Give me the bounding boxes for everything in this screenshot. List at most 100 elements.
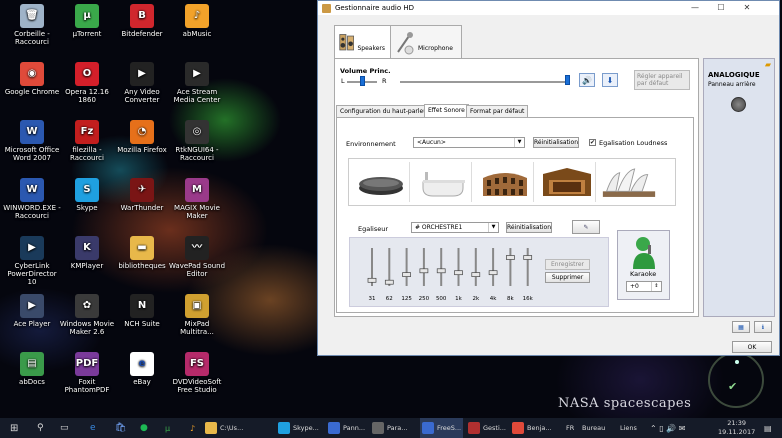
- folder-icon[interactable]: ▰: [765, 60, 771, 69]
- loudness-checkbox[interactable]: ✔: [589, 139, 596, 146]
- desktop-shortcut[interactable]: ◎ RtkNGUI64 - Raccourci: [168, 120, 226, 162]
- desktop-shortcut[interactable]: ▶ Ace Player: [3, 294, 61, 328]
- desktop-shortcut[interactable]: PDF Foxit PhantomPDF: [58, 352, 116, 394]
- desktop-shortcut[interactable]: 🗑 Corbeille - Raccourci: [3, 4, 61, 46]
- eq-slider-knob[interactable]: [454, 270, 463, 276]
- eq-slider-track[interactable]: [526, 248, 529, 286]
- equalizer-graph-icon-button[interactable]: ✎: [572, 220, 600, 234]
- desktop-shortcut[interactable]: ♪ abMusic: [168, 4, 226, 38]
- eq-slider-knob[interactable]: [506, 255, 515, 260]
- sydney-opera-icon[interactable]: [601, 162, 657, 202]
- stone-icon[interactable]: [353, 162, 410, 202]
- desktop-shortcut[interactable]: µ µTorrent: [58, 4, 116, 38]
- desktop-shortcut[interactable]: e eBay: [113, 352, 171, 386]
- karaoke-stepper[interactable]: +0 ⇕: [626, 281, 662, 292]
- opera-house-arena-icon[interactable]: [539, 162, 596, 202]
- tab-speaker-config[interactable]: Configuration du haut-parleur: [336, 105, 434, 117]
- bathtub-icon[interactable]: [415, 162, 472, 202]
- delete-preset-button[interactable]: Supprimer: [545, 272, 590, 283]
- taskbar-item[interactable]: Skype...: [278, 418, 319, 438]
- eq-slider-track[interactable]: [492, 248, 495, 286]
- desktop-shortcut[interactable]: N NCH Suite: [113, 294, 171, 328]
- store-icon[interactable]: 🛍: [115, 418, 126, 438]
- desktop-shortcut[interactable]: ✿ Windows Movie Maker 2.6: [58, 294, 116, 336]
- sound-check-icon[interactable]: ⬇: [602, 73, 618, 87]
- tab-default-format[interactable]: Format par défaut: [466, 105, 529, 117]
- settings-icon-button[interactable]: ▦: [732, 321, 750, 333]
- eq-slider-knob[interactable]: [419, 268, 429, 274]
- volume-slider[interactable]: [400, 81, 570, 83]
- spotify-icon[interactable]: ●: [140, 418, 148, 438]
- set-default-device-button[interactable]: Régler appareil par défaut: [634, 70, 690, 90]
- taskbar-item[interactable]: Gesti...: [468, 418, 506, 438]
- desktop-shortcut[interactable]: W WINWORD.EXE - Raccourci: [3, 178, 61, 220]
- taskbar-item[interactable]: Para...: [372, 418, 407, 438]
- desktop-shortcut[interactable]: ◔ Mozilla Firefox: [113, 120, 171, 154]
- utorrent-task-icon[interactable]: µ: [165, 418, 170, 438]
- taskbar-item[interactable]: Benja...: [512, 418, 552, 438]
- eq-slider-track[interactable]: [405, 248, 408, 286]
- eq-slider-track[interactable]: [422, 248, 425, 286]
- task-view-icon[interactable]: ▭: [60, 418, 69, 438]
- eq-slider-knob[interactable]: [488, 270, 498, 276]
- eq-slider-knob[interactable]: [367, 277, 377, 283]
- eq-slider-track[interactable]: [440, 248, 443, 286]
- language-indicator[interactable]: FR: [566, 418, 574, 438]
- ok-button[interactable]: OK: [732, 341, 772, 353]
- music-task-icon[interactable]: ♪: [190, 418, 195, 438]
- eq-slider-track[interactable]: [457, 248, 460, 286]
- desktop-shortcut[interactable]: B Bitdefender: [113, 4, 171, 38]
- volume-slider-thumb[interactable]: [564, 75, 570, 85]
- stepper-arrows-icon[interactable]: ⇕: [651, 282, 661, 291]
- eq-slider-knob[interactable]: [471, 272, 481, 277]
- desktop-shortcut[interactable]: ▤ abDocs: [3, 352, 61, 386]
- taskbar-item[interactable]: C:\Us...: [205, 418, 243, 438]
- environment-select[interactable]: <Aucun> ▼: [413, 137, 525, 148]
- eq-slider-track[interactable]: [509, 248, 512, 286]
- notification-icon[interactable]: ▤: [764, 418, 772, 438]
- edge-icon[interactable]: e: [90, 418, 96, 438]
- desktop-shortcut[interactable]: 〰 WavePad Sound Editor: [168, 236, 226, 278]
- desktop-shortcut[interactable]: ▶ CyberLink PowerDirector 10: [3, 236, 61, 286]
- audio-jack-icon[interactable]: [731, 97, 746, 112]
- tab-speakers[interactable]: Speakers: [334, 25, 392, 59]
- desktop-shortcut[interactable]: ▶ Any Video Converter: [113, 62, 171, 104]
- eq-slider-knob[interactable]: [523, 255, 533, 260]
- desktop-shortcut[interactable]: ▣ MixPad Multitra...: [168, 294, 226, 336]
- tab-microphone[interactable]: Microphone: [390, 25, 462, 59]
- search-icon[interactable]: ⚲: [37, 418, 44, 438]
- windows-start-icon[interactable]: ⊞: [10, 418, 18, 438]
- info-icon-button[interactable]: ℹ: [754, 321, 772, 333]
- eq-slider-track[interactable]: [474, 248, 477, 286]
- desktop-shortcut[interactable]: FS DVDVideoSoft Free Studio: [168, 352, 226, 394]
- desktop-shortcut[interactable]: Fz filezilla - Raccourci: [58, 120, 116, 162]
- clock[interactable]: 21:39 19.11.2017: [718, 419, 755, 437]
- balance-slider-thumb[interactable]: [360, 76, 365, 86]
- environment-reset-button[interactable]: Réinitialisation: [533, 137, 579, 148]
- desktop-shortcut[interactable]: M MAGIX Movie Maker: [168, 178, 226, 220]
- close-button[interactable]: ✕: [734, 1, 760, 15]
- colosseum-icon[interactable]: [477, 162, 534, 202]
- equalizer-reset-button[interactable]: Réinitialisation: [506, 222, 552, 233]
- desktop-shortcut[interactable]: O Opera 12.16 1860: [58, 62, 116, 104]
- desktop-shortcut[interactable]: ▬ bibliotheques: [113, 236, 171, 270]
- eq-slider-knob[interactable]: [436, 268, 446, 274]
- taskbar-item[interactable]: FreeS...: [420, 418, 464, 438]
- equalizer-preset-select[interactable]: # ORCHESTRE1 ▼: [411, 222, 499, 233]
- desktop-shortcut[interactable]: S Skype: [58, 178, 116, 212]
- save-preset-button[interactable]: Enregistrer: [545, 259, 590, 270]
- eq-slider-knob[interactable]: [384, 279, 394, 285]
- minimize-button[interactable]: —: [682, 1, 708, 15]
- desktop-shortcut[interactable]: ✈ WarThunder: [113, 178, 171, 212]
- desktop-shortcut[interactable]: ◉ Google Chrome: [3, 62, 61, 96]
- maximize-button[interactable]: ☐: [708, 1, 734, 15]
- desktop-toolbar[interactable]: Bureau: [582, 418, 605, 438]
- tab-sound-effect[interactable]: Effet Sonore: [424, 104, 469, 117]
- mute-speaker-icon[interactable]: 🔊: [579, 73, 595, 87]
- tray-icons[interactable]: ⌃ ▯ 🔊 ✉: [650, 418, 685, 438]
- eq-slider-knob[interactable]: [402, 272, 411, 277]
- links-toolbar[interactable]: Liens: [620, 418, 637, 438]
- desktop-shortcut[interactable]: ▶ Ace Stream Media Center: [168, 62, 226, 104]
- desktop-shortcut[interactable]: K KMPlayer: [58, 236, 116, 270]
- desktop-shortcut[interactable]: W Microsoft Office Word 2007: [3, 120, 61, 162]
